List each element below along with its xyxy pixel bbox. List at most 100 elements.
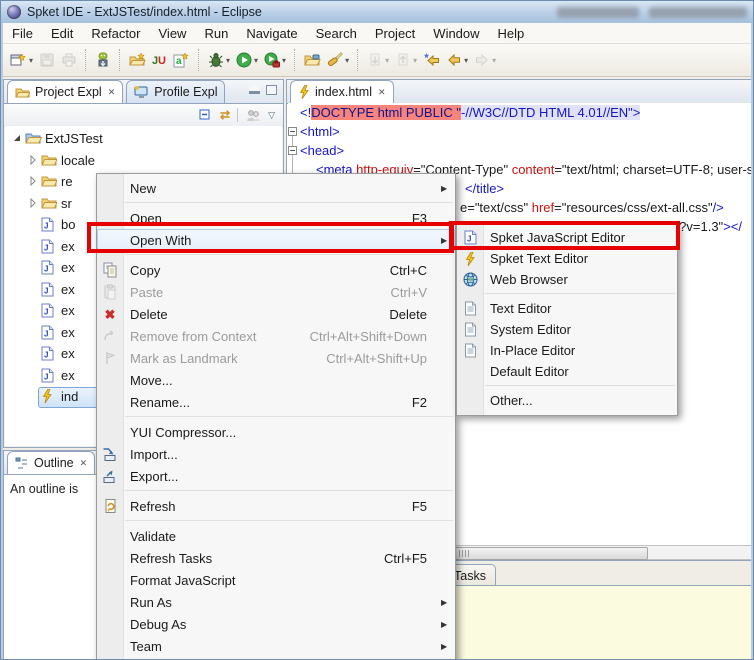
tree-item-label: sr [61,195,72,211]
back-button[interactable]: ▾ [444,48,470,72]
main-toolbar: ▾ J U a ▾ ▾ ▾ ▾ ▾ ▾ ▾ ▾ [1,44,753,77]
dropdown-arrow-icon[interactable]: ▾ [385,56,389,65]
external-tools-button[interactable]: ▾ [262,48,288,72]
new-button[interactable]: ▾ [8,48,35,72]
dropdown-arrow-icon[interactable]: ▾ [226,56,230,65]
context-menu-item-delete[interactable]: ✖ Delete Delete [97,303,455,325]
dropdown-arrow-icon[interactable]: ▾ [345,56,349,65]
menu-item-shortcut: Ctrl+Alt+Shift+Up [326,350,427,366]
new-web-app-button[interactable]: a [171,48,192,72]
debug-button[interactable]: ▾ [206,48,232,72]
context-menu-item-import[interactable]: Import... [97,443,455,465]
minimize-icon[interactable] [249,85,260,94]
menu-item-label: In-Place Editor [490,343,576,358]
code-line-title-close: </title> [465,181,505,196]
dropdown-arrow-icon[interactable]: ▾ [282,56,286,65]
close-icon[interactable]: ✕ [108,87,116,98]
open-resource-button[interactable] [302,48,323,72]
twisty-expanded-icon[interactable] [11,131,22,143]
menu-project[interactable]: Project [366,24,424,43]
menu-view[interactable]: View [150,24,196,43]
menu-help[interactable]: Help [489,24,534,43]
menu-item-label: Web Browser [490,272,568,287]
dropdown-arrow-icon[interactable]: ▾ [464,56,468,65]
context-menu-item-open[interactable]: Open F3 [97,207,455,229]
working-sets-icon[interactable] [246,109,261,122]
context-menu-item-rename[interactable]: Rename... F2 [97,391,455,413]
open-type-button[interactable] [127,48,148,72]
close-icon[interactable]: ✕ [378,87,386,98]
open-with-item-in-place-editor[interactable]: In-Place Editor [457,340,677,361]
tab-label: index.html [315,85,372,99]
open-with-item-default-editor[interactable]: Default Editor [457,361,677,382]
menu-run[interactable]: Run [195,24,237,43]
context-menu-item-yui-compressor[interactable]: YUI Compressor... [97,421,455,443]
twisty-collapsed-icon[interactable] [27,153,38,165]
js-file-icon: J [41,346,54,361]
tree-item-label: locale [61,152,95,168]
run-button[interactable]: ▾ [234,48,260,72]
tab-outline[interactable]: Outline ✕ [7,451,96,474]
text-file-icon [457,343,483,358]
menu-navigate[interactable]: Navigate [237,24,306,43]
fold-collapse-icon[interactable] [288,146,297,155]
context-menu-item-run-as[interactable]: Run As ▶ [97,591,455,613]
open-with-item-web-browser[interactable]: Web Browser [457,269,677,290]
tree-item-label: ex [61,303,75,318]
context-menu-item-copy[interactable]: Copy Ctrl+C [97,259,455,281]
menu-search[interactable]: Search [307,24,366,43]
view-menu-icon[interactable]: ▽ [268,110,275,121]
menu-edit[interactable]: Edit [42,24,82,43]
menu-window[interactable]: Window [424,24,488,43]
dropdown-arrow-icon[interactable]: ▾ [29,56,33,65]
svg-text:J: J [44,372,48,381]
svg-text:J: J [44,308,48,317]
dropdown-arrow-icon[interactable]: ▾ [492,56,496,65]
open-with-item-spket-javascript-editor[interactable]: J Spket JavaScript Editor [457,227,677,248]
tab-project-explorer[interactable]: Project Expl ✕ [7,80,124,103]
fold-collapse-icon[interactable] [288,127,297,136]
tree-item-locale[interactable]: locale [5,150,282,171]
tab-profile-explorer[interactable]: Profile Expl [126,80,226,103]
copy-icon [97,262,123,278]
menu-item-label: Rename... [130,394,190,410]
context-menu-item-export[interactable]: Export... [97,465,455,487]
open-with-item-system-editor[interactable]: System Editor [457,319,677,340]
open-with-item-other[interactable]: Other... [457,390,677,411]
tree-item-label: ex [61,281,75,297]
context-menu-item-validate[interactable]: Validate [97,525,455,547]
title-bar[interactable]: Spket IDE - ExtJSTest/index.html - Eclip… [1,1,753,24]
context-menu-item-refresh-tasks[interactable]: Refresh Tasks Ctrl+F5 [97,547,455,569]
twisty-collapsed-icon[interactable] [27,196,38,208]
android-sdk-button[interactable] [93,48,113,72]
open-with-item-text-editor[interactable]: Text Editor [457,298,677,319]
tree-item-extjstest[interactable]: ExtJSTest [5,128,282,149]
remove-context-icon [97,328,123,344]
last-edit-location-button[interactable] [421,48,442,72]
scrollbar-thumb[interactable] [436,547,648,560]
menu-item-label: YUI Compressor... [130,424,237,440]
menu-file[interactable]: File [3,24,42,43]
collapse-all-icon[interactable] [199,108,213,122]
tree-item-label: ex [61,324,75,340]
context-menu-item-new[interactable]: New ▶ [97,177,455,199]
context-menu-item-format-javascript[interactable]: Format JavaScript [97,569,455,591]
junit-button[interactable]: JU [150,48,169,72]
dropdown-arrow-icon[interactable]: ▾ [413,56,417,65]
link-with-editor-icon[interactable]: ⇄ [220,108,230,122]
context-menu-item-debug-as[interactable]: Debug As ▶ [97,613,455,635]
context-menu-item-open-with[interactable]: Open With ▶ [97,229,455,251]
context-menu-item-team[interactable]: Team ▶ [97,635,455,657]
twisty-collapsed-icon[interactable] [27,174,38,186]
menu-refactor[interactable]: Refactor [82,24,149,43]
context-menu-item-move[interactable]: Move... [97,369,455,391]
maximize-icon[interactable] [266,85,277,95]
close-icon[interactable]: ✕ [80,458,88,469]
context-menu-item-refresh[interactable]: Refresh F5 [97,495,455,517]
open-with-item-spket-text-editor[interactable]: Spket Text Editor [457,248,677,269]
tree-item-label: ex [61,238,75,254]
dropdown-arrow-icon[interactable]: ▾ [254,56,258,65]
tab-index-html[interactable]: index.html ✕ [290,80,394,103]
menu-item-label: Copy [130,262,161,278]
search-button[interactable]: ▾ [325,48,351,72]
